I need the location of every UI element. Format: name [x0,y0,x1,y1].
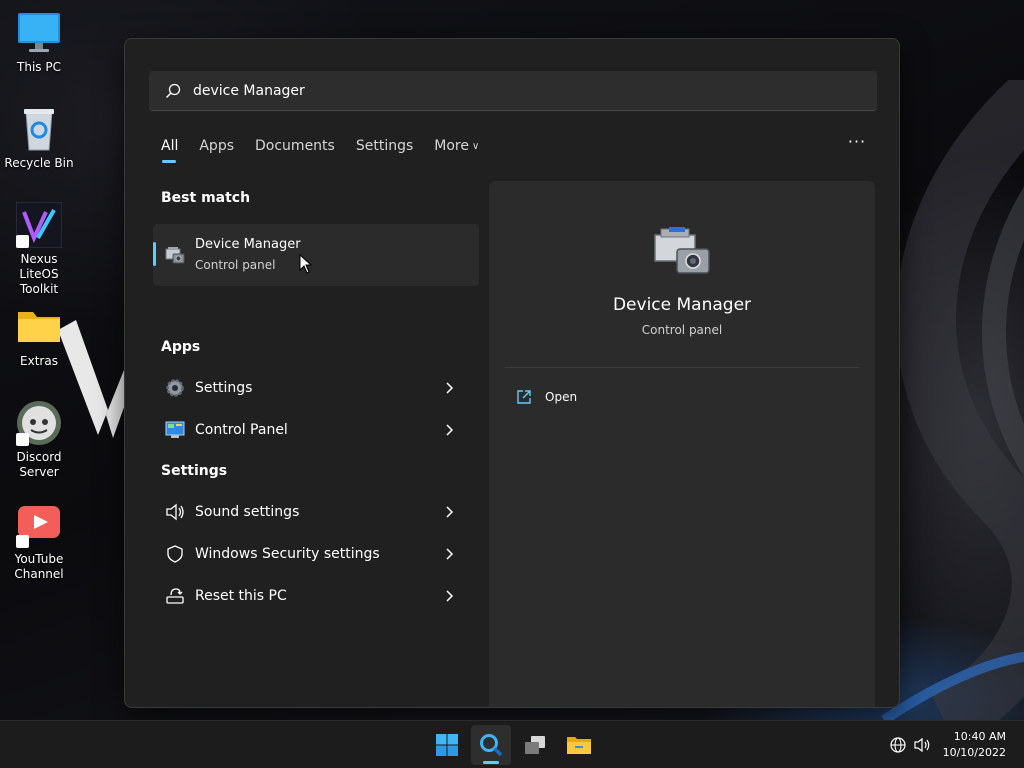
section-title-best-match: Best match [161,190,251,206]
control-panel-icon [165,421,185,438]
result-reset-this-pc[interactable]: Reset this PC [153,578,469,614]
tab-more[interactable]: More ∨ [434,137,479,165]
preview-pane: Device Manager Control panel Open [489,181,875,707]
desktop-icon-label: Discord Server [16,450,62,479]
tab-label: All [161,138,179,154]
nexus-toolkit-icon [15,201,63,249]
gear-icon [166,379,184,397]
search-flyout: All Apps Documents Settings More∨ ··· Be… [124,38,900,708]
desktop-icon-youtube[interactable]: YouTube Channel [4,502,74,582]
chevron-down-icon: ∨ [471,141,480,152]
desktop-icon-label: Extras [20,354,58,368]
tab-label: More [434,138,469,154]
tab-apps[interactable]: Apps [199,137,234,165]
search-input[interactable] [193,82,877,99]
globe-icon[interactable] [889,736,907,754]
desktop-icon-nexus-toolkit[interactable]: Nexus LiteOS Toolkit [4,201,74,297]
chevron-right-icon [446,382,454,394]
task-view-icon [525,736,545,754]
clock[interactable]: 10:40 AM 10/10/2022 [934,729,1006,761]
preview-title: Device Manager [612,295,752,315]
device-manager-icon [654,227,710,274]
desktop-icon-label: This PC [17,60,61,74]
preview-subtitle: Control panel [641,323,723,337]
shield-icon [167,545,183,563]
volume-icon[interactable] [913,736,931,754]
reset-pc-icon [166,588,184,604]
tab-label: Documents [255,138,335,154]
best-match-category: Control panel [195,258,276,272]
search-icon [166,83,181,98]
file-explorer-button[interactable] [559,725,599,765]
filter-tabs: All Apps Documents Settings More ∨ [161,137,500,165]
result-label: Settings [195,380,253,396]
taskbar-search-button[interactable] [471,725,511,765]
chevron-right-icon [446,424,454,436]
chevron-right-icon [446,590,454,602]
result-label: Windows Security settings [195,546,380,562]
shortcut-arrow-icon [16,235,29,248]
desktop-icon-extras[interactable]: Extras [4,304,74,369]
clock-date: 10/10/2022 [942,746,1006,759]
discord-icon [16,400,62,446]
result-label: Control Panel [195,422,288,438]
search-icon [480,734,503,757]
start-button[interactable] [427,725,467,765]
result-label: Reset this PC [195,588,287,604]
section-title-apps: Apps [161,339,201,355]
open-external-icon [517,390,531,404]
youtube-icon [16,502,62,548]
desktop-icon-recycle-bin[interactable]: Recycle Bin [4,106,74,171]
clock-time: 10:40 AM [953,730,1006,743]
mouse-cursor-icon [299,254,312,274]
start-icon [436,734,458,756]
section-title-settings: Settings [161,463,228,479]
best-match-item[interactable]: Device Manager Control panel [153,224,479,286]
shortcut-arrow-icon [16,433,29,446]
open-label: Open [545,390,578,404]
shortcut-arrow-icon [16,535,29,548]
desktop-icon-label: Nexus LiteOS Toolkit [19,252,59,296]
tab-label: Apps [199,138,235,154]
speaker-icon [166,503,184,521]
result-settings-app[interactable]: Settings [153,370,469,406]
chevron-right-icon [446,548,454,560]
desktop-icon-discord[interactable]: Discord Server [4,400,74,480]
result-windows-security-settings[interactable]: Windows Security settings [153,536,469,572]
preview-divider [505,367,859,368]
device-manager-icon [165,247,185,264]
result-label: Sound settings [195,504,300,520]
tab-documents[interactable]: Documents [255,137,335,165]
more-options-button[interactable]: ··· [845,134,869,153]
best-match-title: Device Manager [195,237,301,252]
open-button[interactable]: Open [505,381,645,413]
task-view-button[interactable] [515,725,555,765]
desktop-icon-label: YouTube Channel [14,552,64,581]
tab-label: Settings [355,138,414,154]
monitor-icon [18,13,60,52]
folder-icon [18,312,60,342]
result-control-panel[interactable]: Control Panel [153,412,469,448]
search-box[interactable] [149,71,877,111]
tab-settings[interactable]: Settings [356,137,413,165]
desktop-icon-this-pc[interactable]: This PC [4,10,74,75]
taskbar: 10:40 AM 10/10/2022 [0,720,1024,768]
tab-all[interactable]: All [161,137,178,165]
selection-indicator [153,242,156,266]
recycle-bin-icon [24,109,54,151]
result-sound-settings[interactable]: Sound settings [153,494,469,530]
file-explorer-icon [567,737,591,754]
desktop-icon-label: Recycle Bin [4,156,74,170]
chevron-right-icon [446,506,454,518]
